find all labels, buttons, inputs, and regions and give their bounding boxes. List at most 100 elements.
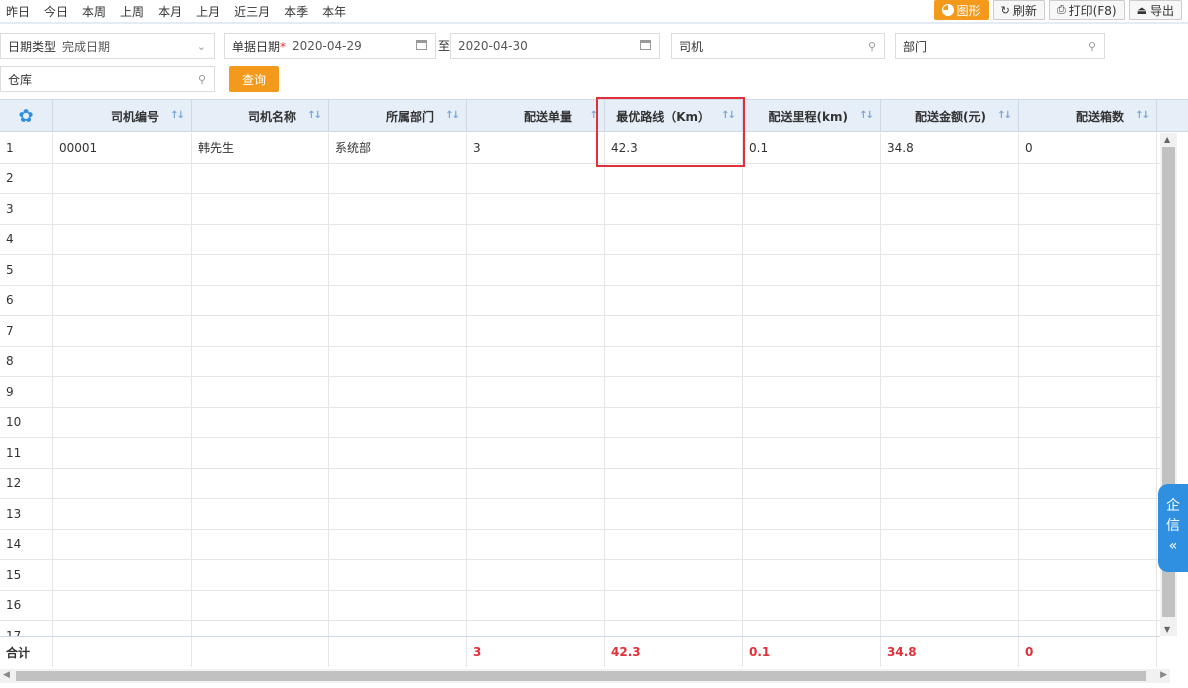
cell-driver-name[interactable] (192, 163, 329, 193)
cell-driver-code[interactable] (53, 499, 192, 529)
cell-delivery-boxes[interactable] (1019, 590, 1157, 620)
cell-delivery-boxes[interactable] (1019, 529, 1157, 559)
cell-department[interactable] (329, 316, 467, 346)
cell-delivery-mileage[interactable] (743, 194, 881, 224)
cell-driver-code[interactable] (53, 560, 192, 590)
refresh-button[interactable]: ↻ 刷新 (992, 0, 1045, 20)
horizontal-scroll-thumb[interactable] (16, 671, 1146, 681)
column-header-delivery-boxes[interactable]: 配送箱数 ↑↓ (1019, 100, 1157, 132)
cell-department[interactable] (329, 224, 467, 254)
cell-delivery-amount[interactable] (881, 560, 1019, 590)
scroll-up-arrow-icon[interactable]: ▲ (1164, 135, 1170, 144)
cell-driver-code[interactable] (53, 285, 192, 315)
cell-delivery-mileage[interactable] (743, 529, 881, 559)
cell-department[interactable] (329, 438, 467, 468)
cell-driver-code[interactable] (53, 529, 192, 559)
cell-optimal-route[interactable] (605, 194, 743, 224)
scroll-down-arrow-icon[interactable]: ▼ (1164, 625, 1170, 634)
cell-department[interactable] (329, 255, 467, 285)
warehouse-search-input[interactable]: 仓库 ⚲ (0, 66, 215, 92)
cell-department[interactable] (329, 407, 467, 437)
sort-icon[interactable]: ↑↓ (307, 110, 322, 121)
chart-button[interactable]: 图形 (933, 0, 989, 20)
table-row[interactable]: 16 (0, 590, 1160, 621)
cell-driver-code[interactable] (53, 377, 192, 407)
column-header-delivery-orders[interactable]: 配送单量 ↑ (467, 100, 605, 132)
cell-driver-name[interactable] (192, 255, 329, 285)
cell-delivery-mileage[interactable] (743, 438, 881, 468)
cell-department[interactable] (329, 346, 467, 376)
cell-delivery-boxes[interactable] (1019, 316, 1157, 346)
cell-driver-code[interactable] (53, 224, 192, 254)
cell-optimal-route[interactable] (605, 316, 743, 346)
cell-driver-name[interactable] (192, 194, 329, 224)
cell-driver-name[interactable] (192, 468, 329, 498)
side-chat-widget[interactable]: 企 信 « (1158, 484, 1188, 572)
cell-driver-code[interactable] (53, 163, 192, 193)
sort-icon[interactable]: ↑↓ (170, 110, 185, 121)
cell-department[interactable] (329, 285, 467, 315)
calendar-icon[interactable] (640, 39, 651, 53)
cell-driver-code[interactable] (53, 255, 192, 285)
cell-delivery-amount[interactable] (881, 316, 1019, 346)
cell-optimal-route[interactable] (605, 560, 743, 590)
sort-icon[interactable]: ↑ (590, 110, 599, 121)
cell-driver-code[interactable] (53, 468, 192, 498)
cell-department[interactable] (329, 621, 467, 636)
cell-optimal-route[interactable] (605, 468, 743, 498)
cell-department[interactable] (329, 499, 467, 529)
cell-delivery-orders[interactable] (467, 438, 605, 468)
cell-delivery-mileage[interactable] (743, 407, 881, 437)
cell-delivery-mileage[interactable] (743, 590, 881, 620)
table-row[interactable]: 4 (0, 224, 1160, 255)
cell-delivery-orders[interactable] (467, 255, 605, 285)
cell-driver-code[interactable] (53, 438, 192, 468)
cell-delivery-amount[interactable] (881, 438, 1019, 468)
cell-delivery-mileage[interactable] (743, 499, 881, 529)
quick-date-this-year[interactable]: 本年 (322, 3, 346, 20)
cell-delivery-mileage[interactable] (743, 621, 881, 636)
cell-delivery-boxes[interactable] (1019, 224, 1157, 254)
cell-delivery-amount[interactable] (881, 377, 1019, 407)
cell-driver-name[interactable] (192, 438, 329, 468)
column-header-delivery-mileage[interactable]: 配送里程(km) ↑↓ (743, 100, 881, 132)
cell-delivery-boxes[interactable] (1019, 346, 1157, 376)
cell-optimal-route[interactable] (605, 346, 743, 376)
cell-driver-code[interactable] (53, 316, 192, 346)
cell-delivery-boxes[interactable] (1019, 377, 1157, 407)
cell-department[interactable] (329, 468, 467, 498)
gear-icon[interactable]: ✿ (0, 100, 53, 132)
sort-icon[interactable]: ↑↓ (445, 110, 460, 121)
cell-delivery-orders[interactable] (467, 224, 605, 254)
cell-delivery-orders[interactable] (467, 590, 605, 620)
cell-delivery-boxes[interactable] (1019, 407, 1157, 437)
cell-delivery-amount[interactable] (881, 346, 1019, 376)
quick-date-last-month[interactable]: 上月 (196, 3, 220, 20)
quick-date-this-month[interactable]: 本月 (158, 3, 182, 20)
table-row[interactable]: 6 (0, 285, 1160, 316)
cell-delivery-orders[interactable] (467, 316, 605, 346)
cell-department[interactable]: 系统部 (329, 133, 467, 163)
cell-department[interactable] (329, 590, 467, 620)
cell-delivery-orders[interactable]: 3 (467, 133, 605, 163)
sort-icon[interactable]: ↑↓ (721, 110, 736, 121)
cell-delivery-orders[interactable] (467, 407, 605, 437)
sort-icon[interactable]: ↑↓ (997, 110, 1012, 121)
cell-delivery-amount[interactable] (881, 194, 1019, 224)
calendar-icon[interactable] (416, 39, 427, 53)
cell-delivery-boxes[interactable]: 0 (1019, 133, 1157, 163)
cell-driver-name[interactable] (192, 316, 329, 346)
cell-delivery-orders[interactable] (467, 529, 605, 559)
table-row[interactable]: 14 (0, 529, 1160, 560)
cell-delivery-boxes[interactable] (1019, 285, 1157, 315)
scroll-left-arrow-icon[interactable]: ◀ (3, 670, 10, 680)
cell-department[interactable] (329, 529, 467, 559)
cell-delivery-boxes[interactable] (1019, 194, 1157, 224)
quick-date-last-3-months[interactable]: 近三月 (234, 3, 270, 20)
quick-date-this-quarter[interactable]: 本季 (284, 3, 308, 20)
column-header-driver-code[interactable]: 司机编号 ↑↓ (53, 100, 192, 132)
cell-driver-name[interactable] (192, 529, 329, 559)
table-row[interactable]: 11 (0, 438, 1160, 469)
cell-optimal-route[interactable] (605, 621, 743, 636)
cell-department[interactable] (329, 194, 467, 224)
